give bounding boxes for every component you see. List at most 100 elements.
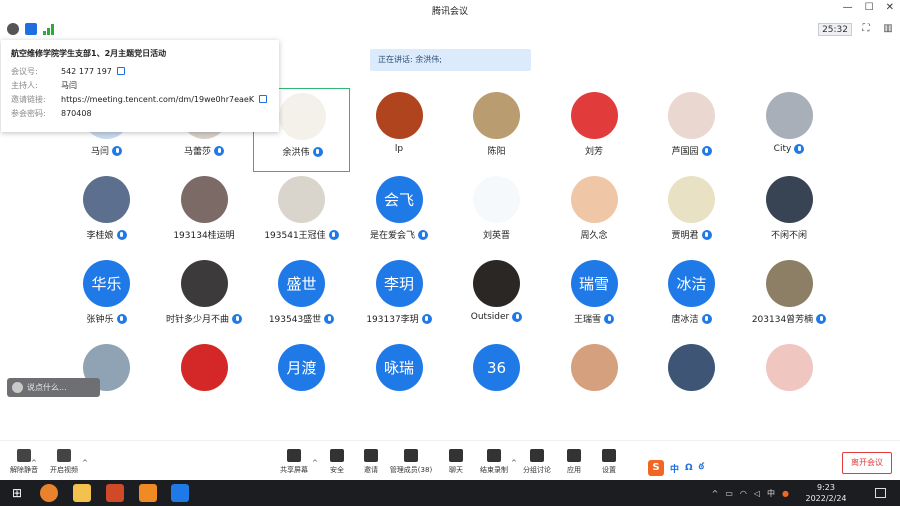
participant-name-row: 是在爱会飞 — [351, 228, 448, 241]
chevron-up-icon[interactable]: ^ — [82, 459, 88, 467]
participant-tile[interactable] — [741, 340, 838, 424]
participant-tile[interactable] — [546, 340, 643, 424]
sogou-icon[interactable]: S — [648, 460, 664, 476]
participant-tile[interactable] — [643, 340, 740, 424]
chevron-up-icon[interactable]: ^ — [31, 459, 37, 467]
ime-lang[interactable]: 中 — [670, 462, 679, 475]
participant-tile[interactable]: 瑞雪 王瑞雪 — [546, 256, 643, 340]
fullscreen-icon[interactable]: ⛶ — [860, 23, 872, 35]
toolbar-button-settings[interactable]: 设置 — [585, 449, 633, 475]
copy-icon[interactable] — [116, 67, 125, 75]
mic-icon — [421, 313, 432, 324]
members-icon — [404, 449, 418, 462]
participant-name: Outsider — [470, 312, 510, 322]
participant-tile[interactable]: 盛世 193543盛世 — [253, 256, 350, 340]
participant-tile[interactable]: 不闲不闲 — [741, 172, 838, 256]
participant-tile[interactable]: 193134桂运明 — [156, 172, 253, 256]
participant-name-row: Outsider — [448, 312, 545, 322]
participant-tile[interactable]: 193541王冠佳 — [253, 172, 350, 256]
participant-tile[interactable]: 会飞 是在爱会飞 — [351, 172, 448, 256]
share-screen-icon — [287, 449, 301, 462]
participant-tile[interactable]: 李桂娘 — [58, 172, 155, 256]
ime-symbol[interactable]: Ω — [685, 463, 693, 473]
participant-tile[interactable]: 时针多少月不曲 — [156, 256, 253, 340]
avatar — [765, 344, 813, 391]
participant-name-row: 193541王冠佳 — [253, 228, 350, 241]
participant-name: 陈阳 — [487, 147, 506, 157]
close-button[interactable]: ✕ — [886, 2, 894, 13]
avatar: 瑞雪 — [570, 260, 618, 307]
settings-icon — [602, 449, 616, 462]
info-icon[interactable] — [7, 23, 19, 35]
participant-tile[interactable]: 贾明君 — [643, 172, 740, 256]
notification-icon[interactable] — [875, 488, 886, 498]
browser-icon[interactable] — [40, 484, 58, 502]
folder-icon[interactable] — [73, 484, 91, 502]
participant-name: 193543盛世 — [268, 315, 322, 325]
battery-icon[interactable]: ▭ — [725, 489, 733, 498]
participant-name: 203134曾芳楠 — [751, 315, 814, 325]
input-lang[interactable]: 中 — [767, 488, 775, 499]
minimize-button[interactable]: — — [843, 2, 853, 13]
taskbar-clock[interactable]: 9:23 2022/2/24 — [796, 482, 856, 504]
participant-tile[interactable]: lp — [351, 88, 448, 172]
participant-tile[interactable]: 36 — [448, 340, 545, 424]
participant-tile[interactable]: 月渡 — [253, 340, 350, 424]
chevron-up-icon[interactable]: ^ — [312, 459, 318, 467]
participant-tile[interactable]: 刘英晋 — [448, 172, 545, 256]
powerpoint-icon[interactable] — [106, 484, 124, 502]
participant-name-row: 周久念 — [546, 228, 643, 241]
speaking-indicator: 正在讲话: 余洪伟; — [370, 49, 531, 71]
app-icon[interactable] — [139, 484, 157, 502]
participant-tile[interactable] — [156, 340, 253, 424]
chat-icon — [449, 449, 463, 462]
ime-tool[interactable]: ఠ — [699, 462, 704, 474]
volume-icon[interactable]: ◁ — [754, 489, 760, 498]
sidebar-toggle-icon[interactable]: ▥ — [882, 23, 894, 35]
participant-tile[interactable]: 陈阳 — [448, 88, 545, 172]
toolbar-label: 解除静音 — [10, 466, 38, 474]
participant-name: 193541王冠佳 — [264, 231, 326, 241]
emoji-icon[interactable] — [12, 382, 23, 393]
participant-tile[interactable]: City — [741, 88, 838, 172]
toolbar-button-members[interactable]: 管理成员(38) — [387, 449, 435, 475]
participant-tile[interactable]: 203134曾芳楠 — [741, 256, 838, 340]
avatar: 36 — [473, 344, 520, 391]
leave-meeting-button[interactable]: 离开会议 — [842, 452, 892, 474]
participant-name-row: 不闲不闲 — [741, 228, 838, 241]
invite-icon — [364, 449, 378, 462]
tencent-meeting-icon[interactable] — [171, 484, 189, 502]
avatar: 咏瑞 — [375, 344, 423, 391]
mic-icon — [112, 145, 122, 156]
participant-tile[interactable]: 李玥 193137李玥 — [351, 256, 448, 340]
signal-icon[interactable] — [43, 23, 55, 35]
participant-tile[interactable]: 刘芳 — [546, 88, 643, 172]
participant-name: 刘芳 — [584, 147, 603, 157]
participant-name-row: 193543盛世 — [253, 312, 350, 325]
sogou-tray-icon[interactable]: ● — [782, 489, 789, 498]
mic-icon — [816, 313, 827, 324]
reaction-input[interactable]: 说点什么... — [7, 378, 100, 397]
participant-name: 刘英晋 — [482, 231, 510, 241]
chevron-up-icon[interactable]: ^ — [712, 489, 719, 498]
copy-icon[interactable] — [259, 95, 268, 103]
meeting-info-panel: 航空维修学院学生支部1、2月主题党日活动 会议号: 542 177 197 主持… — [1, 40, 279, 132]
participant-tile[interactable]: 芦国园 — [643, 88, 740, 172]
network-icon[interactable]: ◠ — [740, 489, 747, 498]
avatar: 冰洁 — [668, 260, 715, 307]
start-icon[interactable]: ⊞ — [8, 484, 26, 502]
chevron-up-icon[interactable]: ^ — [511, 459, 517, 467]
participant-tile[interactable]: 咏瑞 — [351, 340, 448, 424]
info-row-host: 主持人: 马闫 — [11, 80, 77, 90]
participant-tile[interactable]: Outsider — [448, 256, 545, 340]
toolbar-button-camera-off[interactable]: 开启视频 — [40, 449, 88, 475]
maximize-button[interactable]: ☐ — [865, 2, 874, 13]
participant-tile[interactable]: 周久念 — [546, 172, 643, 256]
toolbar-button-share-screen[interactable]: 共享屏幕 — [270, 449, 318, 475]
participant-name-row: 193137李玥 — [351, 312, 448, 325]
shield-icon[interactable] — [25, 23, 37, 35]
participant-tile[interactable]: 华乐 张钟乐 — [58, 256, 155, 340]
participant-name: 张钟乐 — [86, 315, 114, 325]
info-row-password: 参会密码: 870408 — [11, 108, 92, 118]
participant-tile[interactable]: 冰洁 唐冰洁 — [643, 256, 740, 340]
